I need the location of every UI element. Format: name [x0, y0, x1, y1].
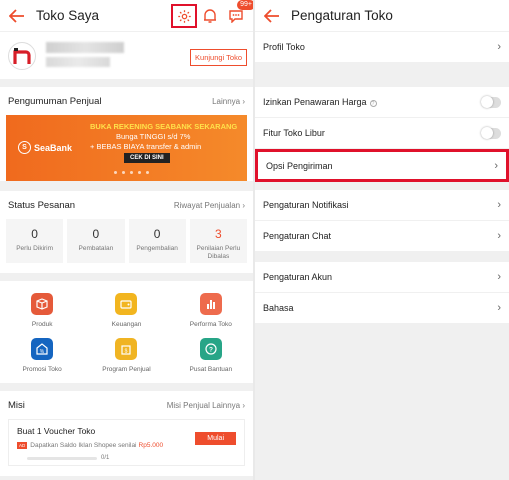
chevron-right-icon: › — [497, 271, 501, 283]
more-link[interactable]: Lainnya › — [212, 97, 245, 106]
info-icon[interactable]: ? — [369, 100, 377, 108]
chat-badge: 99+ — [237, 0, 253, 10]
program-icon: $ — [115, 338, 138, 360]
settings-item-account[interactable]: Pengaturan Akun › — [255, 262, 509, 293]
svg-text:?: ? — [209, 347, 213, 354]
banner-line2: Bunga TINGGI s/d 7% — [116, 132, 191, 141]
promo-icon: % — [31, 338, 54, 360]
shop-username-redacted — [46, 57, 110, 67]
settings-item-shop-profile[interactable]: Profil Toko › — [255, 32, 509, 63]
more-missions-link[interactable]: Misi Penjual Lainnya › — [167, 401, 245, 410]
menu-performance[interactable]: Performa Toko — [169, 293, 253, 328]
settings-item-vacation-mode: Fitur Toko Libur — [255, 118, 509, 149]
menu-promotion[interactable]: % Promosi Toko — [0, 338, 84, 373]
chevron-right-icon: › — [497, 302, 501, 314]
offers-toggle[interactable] — [481, 95, 501, 108]
banner-headline: BUKA REKENING SEABANK SEKARANG — [90, 122, 238, 131]
mission-progress-label: 0/1 — [101, 455, 110, 461]
shop-logo[interactable] — [8, 41, 36, 70]
chevron-right-icon: › — [497, 199, 501, 211]
settings-item-chat[interactable]: Pengaturan Chat › — [255, 221, 509, 252]
carousel-dots — [114, 171, 149, 174]
wallet-icon — [115, 293, 138, 315]
shop-profile: Kunjungi Toko — [0, 32, 253, 79]
start-mission-button[interactable]: Mulai — [195, 432, 236, 445]
help-icon: ? — [199, 338, 222, 360]
stat-reviews[interactable]: 3 Penilaian Perlu Dibalas — [189, 219, 247, 263]
mission-amount: Rp5.000 — [138, 442, 164, 449]
settings-item-notifications[interactable]: Pengaturan Notifikasi › — [255, 190, 509, 221]
ad-icon: AD — [17, 442, 28, 449]
svg-text:%: % — [40, 349, 45, 355]
menu-product[interactable]: Produk — [0, 293, 84, 328]
shop-menu-section: Produk Keuangan Performa Toko % Promosi … — [0, 281, 253, 383]
page-title: Toko Saya — [36, 8, 100, 23]
chevron-right-icon: › — [497, 41, 501, 53]
bell-icon[interactable] — [197, 4, 223, 28]
mission-card: Buat 1 Voucher Toko AD Dapatkan Saldo Ik… — [8, 419, 245, 466]
section-title: Status Pesanan — [8, 199, 76, 211]
my-shop-panel: Toko Saya 99+ Kunjungi Toko Pengumuman P… — [0, 0, 253, 480]
chevron-right-icon: › — [497, 230, 501, 242]
shop-settings-panel: Pengaturan Toko Profil Toko › Izinkan Pen… — [255, 0, 509, 480]
settings-item-shipping-options[interactable]: Opsi Pengiriman › — [255, 149, 509, 182]
top-bar: Pengaturan Toko — [255, 0, 509, 31]
menu-help-center[interactable]: ? Pusat Bantuan — [169, 338, 253, 373]
mission-section: Misi Misi Penjual Lainnya › Buat 1 Vouch… — [0, 391, 253, 476]
svg-text:$: $ — [125, 349, 128, 355]
order-status-section: Status Pesanan Riwayat Penjualan › 0 Per… — [0, 191, 253, 273]
promo-banner[interactable]: S SeaBank BUKA REKENING SEABANK SEKARANG … — [6, 115, 247, 181]
box-icon — [31, 293, 54, 315]
chevron-right-icon: › — [494, 159, 498, 172]
stat-cancellation[interactable]: 0 Pembatalan — [67, 219, 125, 263]
section-title: Misi — [8, 399, 25, 411]
visit-shop-button[interactable]: Kunjungi Toko — [190, 49, 247, 66]
chat-icon[interactable]: 99+ — [223, 0, 253, 28]
shop-name-redacted — [46, 42, 124, 53]
page-title: Pengaturan Toko — [291, 8, 393, 23]
mission-desc: Dapatkan Saldo Iklan Shopee senilai — [30, 442, 137, 449]
back-arrow-icon[interactable] — [8, 7, 26, 25]
announcement-section: Pengumuman Penjual Lainnya › S SeaBank BU… — [0, 87, 253, 181]
settings-item-language[interactable]: Bahasa › — [255, 293, 509, 324]
stat-to-ship[interactable]: 0 Perlu Dikirim — [6, 219, 64, 263]
top-bar: Toko Saya 99+ — [0, 0, 253, 31]
bar-chart-icon — [199, 293, 222, 315]
seabank-logo: S SeaBank — [18, 141, 72, 154]
settings-item-allow-offers: Izinkan Penawaran Harga? — [255, 87, 509, 118]
vacation-toggle[interactable] — [481, 126, 501, 139]
settings-gear-icon[interactable] — [171, 4, 197, 28]
screenshot: Toko Saya 99+ Kunjungi Toko Pengumuman P… — [0, 0, 509, 480]
banner-cta[interactable]: CEK DI SINI — [124, 153, 170, 163]
sales-history-link[interactable]: Riwayat Penjualan › — [174, 201, 245, 210]
stat-return[interactable]: 0 Pengembalian — [128, 219, 186, 263]
banner-line3: + BEBAS BIAYA transfer & admin — [90, 142, 202, 151]
back-arrow-icon[interactable] — [263, 7, 281, 25]
menu-seller-program[interactable]: $ Program Penjual — [84, 338, 168, 373]
mission-progress-bar — [27, 456, 97, 460]
menu-finance[interactable]: Keuangan — [84, 293, 168, 328]
section-title: Pengumuman Penjual — [8, 95, 102, 107]
